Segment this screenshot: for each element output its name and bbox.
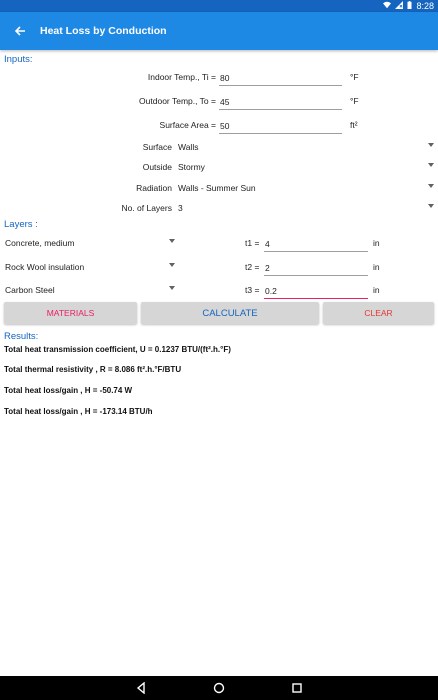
radiation-label: Radiation xyxy=(136,183,172,193)
layer-thickness-field[interactable]: 4 xyxy=(264,234,368,252)
outside-label: Outside xyxy=(142,162,172,172)
indoor-temp-unit: °F xyxy=(350,72,359,82)
indoor-temp-label: Indoor Temp., Ti = xyxy=(147,72,216,82)
layer-row: Concrete, medium t1 = 4 in xyxy=(0,232,438,254)
layer-material-select[interactable]: Rock Wool insulation xyxy=(5,256,175,278)
layer-thickness-field[interactable]: 0.2 xyxy=(264,281,368,299)
layer-thickness-field[interactable]: 2 xyxy=(264,258,368,276)
result-r-value: Total thermal resistivity , R = 8.086 ft… xyxy=(4,365,182,374)
outdoor-temp-unit: °F xyxy=(350,96,359,106)
back-arrow-icon[interactable] xyxy=(0,12,40,50)
nav-home-icon[interactable] xyxy=(209,678,229,698)
signal-icon xyxy=(395,1,404,11)
layer-thickness-unit: in xyxy=(373,285,380,295)
materials-button[interactable]: MATERIALS xyxy=(4,302,137,324)
layer-thickness-unit: in xyxy=(373,262,380,272)
chevron-down-icon xyxy=(428,143,434,147)
layer-thickness-unit: in xyxy=(373,238,380,248)
result-h-watts: Total heat loss/gain , H = -50.74 W xyxy=(4,386,133,395)
indoor-temp-row: Indoor Temp., Ti = 80 °F xyxy=(0,66,438,88)
status-bar: 8:28 xyxy=(0,0,438,12)
system-nav-bar xyxy=(0,676,438,700)
layers-count-label: No. of Layers xyxy=(121,203,172,213)
layers-count-value: 3 xyxy=(178,203,183,213)
surface-value: Walls xyxy=(178,142,199,152)
surface-area-row: Surface Area = 50 ft² xyxy=(0,114,438,136)
battery-icon xyxy=(407,1,412,11)
layer-material-select[interactable]: Concrete, medium xyxy=(5,232,175,254)
radiation-select[interactable]: Walls - Summer Sun xyxy=(178,177,434,199)
outdoor-temp-row: Outdoor Temp., To = 45 °F xyxy=(0,90,438,112)
chevron-down-icon xyxy=(169,263,175,267)
outside-select[interactable]: Stormy xyxy=(178,156,434,178)
surface-select[interactable]: Walls xyxy=(178,136,434,158)
layer-row: Rock Wool insulation t2 = 2 in xyxy=(0,256,438,278)
layer-material-value: Rock Wool insulation xyxy=(5,262,85,272)
status-time: 8:28 xyxy=(416,1,434,11)
nav-recents-icon[interactable] xyxy=(287,678,307,698)
outdoor-temp-field[interactable]: 45 xyxy=(219,92,342,110)
outside-value: Stormy xyxy=(178,162,205,172)
result-u-value: Total heat transmission coefficient, U =… xyxy=(4,345,231,354)
app-bar: Heat Loss by Conduction xyxy=(0,12,438,50)
layer-material-select[interactable]: Carbon Steel xyxy=(5,279,175,301)
page-title: Heat Loss by Conduction xyxy=(40,25,167,37)
calculate-button[interactable]: CALCULATE xyxy=(141,302,319,324)
chevron-down-icon xyxy=(428,184,434,188)
layer-row: Carbon Steel t3 = 0.2 in xyxy=(0,279,438,301)
surface-area-label: Surface Area = xyxy=(159,120,216,130)
wifi-icon xyxy=(383,1,392,11)
surface-label: Surface xyxy=(142,142,172,152)
surface-area-unit: ft² xyxy=(350,120,358,130)
layer-material-value: Carbon Steel xyxy=(5,285,55,295)
outdoor-temp-label: Outdoor Temp., To = xyxy=(139,96,216,106)
chevron-down-icon xyxy=(169,286,175,290)
radiation-row: Radiation Walls - Summer Sun xyxy=(0,177,438,199)
result-h-btu: Total heat loss/gain , H = -173.14 BTU/h xyxy=(4,407,153,416)
layers-count-select[interactable]: 3 xyxy=(178,197,434,219)
inputs-section-label: Inputs: xyxy=(4,54,33,65)
results-section-label: Results: xyxy=(4,331,39,342)
surface-row: Surface Walls xyxy=(0,136,438,158)
chevron-down-icon xyxy=(428,163,434,167)
layer-thickness-label: t2 = xyxy=(245,262,260,272)
clear-button[interactable]: CLEAR xyxy=(323,302,434,324)
layers-count-row: No. of Layers 3 xyxy=(0,197,438,219)
outside-row: Outside Stormy xyxy=(0,156,438,178)
layer-material-value: Concrete, medium xyxy=(5,238,75,248)
nav-back-icon[interactable] xyxy=(131,678,151,698)
radiation-value: Walls - Summer Sun xyxy=(178,183,256,193)
chevron-down-icon xyxy=(169,239,175,243)
layers-section-label: Layers : xyxy=(4,219,38,230)
chevron-down-icon xyxy=(428,204,434,208)
surface-area-field[interactable]: 50 xyxy=(219,116,342,134)
layer-thickness-label: t1 = xyxy=(245,238,260,248)
indoor-temp-field[interactable]: 80 xyxy=(219,68,342,86)
layer-thickness-label: t3 = xyxy=(245,285,260,295)
